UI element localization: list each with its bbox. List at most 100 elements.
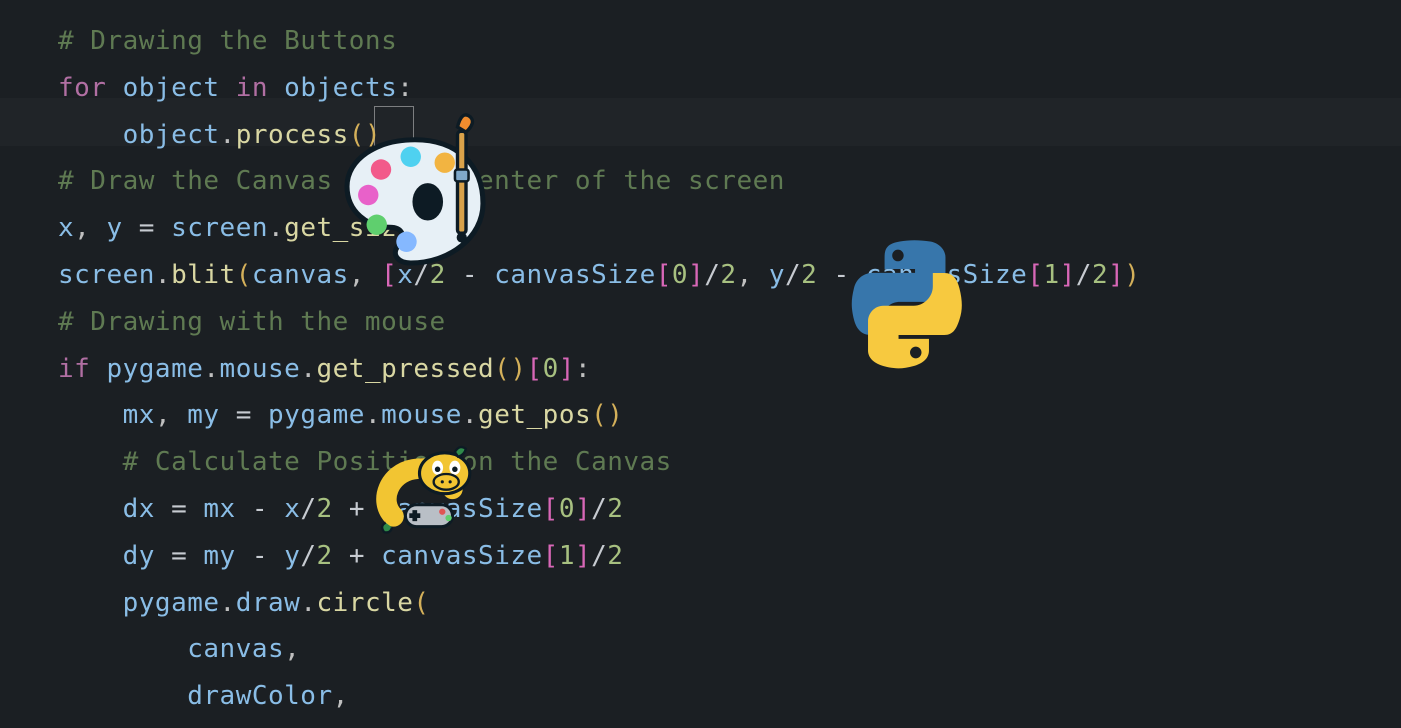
function-call: blit: [171, 260, 236, 290]
identifier: object: [123, 73, 220, 103]
punct-dot: .: [300, 354, 316, 384]
bracket-close: ]: [559, 354, 575, 384]
number-literal: 2: [317, 541, 333, 571]
bracket-close: ]: [688, 260, 704, 290]
punct-comma: ,: [737, 260, 753, 290]
function-call: process: [236, 120, 349, 150]
identifier: screen: [58, 260, 155, 290]
identifier: draw: [236, 588, 301, 618]
operator-eq: =: [139, 213, 155, 243]
punct-dot: .: [300, 588, 316, 618]
bracket-close: ]: [1060, 260, 1076, 290]
operator-plus: +: [349, 541, 365, 571]
identifier: mouse: [381, 400, 462, 430]
paren-open: (: [349, 120, 365, 150]
identifier: pygame: [123, 588, 220, 618]
operator-plus: +: [349, 494, 365, 524]
operator-slash: /: [591, 541, 607, 571]
operator-eq: =: [236, 400, 252, 430]
identifier: x: [284, 494, 300, 524]
number-literal: 0: [559, 494, 575, 524]
bracket-open: [: [1027, 260, 1043, 290]
keyword-if: if: [58, 354, 90, 384]
identifier: objects: [284, 73, 397, 103]
identifier: pygame: [268, 400, 365, 430]
operator-eq: =: [171, 494, 187, 524]
code-editor[interactable]: # Drawing the Buttons for object in obje…: [0, 0, 1401, 728]
identifier: object: [123, 120, 220, 150]
identifier: y: [106, 213, 122, 243]
paren-close: ): [607, 400, 623, 430]
identifier: my: [187, 400, 219, 430]
number-literal: 2: [801, 260, 817, 290]
identifier: canvasSize: [381, 541, 543, 571]
comment-line: # Draw the Canvas at the center of the s…: [58, 166, 785, 196]
identifier: dy: [123, 541, 155, 571]
punct-dot: .: [268, 213, 284, 243]
bracket-open: [: [656, 260, 672, 290]
bracket-close: ]: [575, 541, 591, 571]
keyword-for: for: [58, 73, 106, 103]
identifier: mouse: [220, 354, 301, 384]
identifier: x: [397, 260, 413, 290]
punct-comma: ,: [155, 400, 171, 430]
operator-slash: /: [300, 541, 316, 571]
identifier: dx: [123, 494, 155, 524]
paren-close: ): [510, 354, 526, 384]
operator-slash: /: [785, 260, 801, 290]
code-block[interactable]: # Drawing the Buttons for object in obje…: [0, 0, 1401, 720]
comment-line: # Drawing the Buttons: [58, 26, 397, 56]
paren-close: ): [1124, 260, 1140, 290]
number-literal: 1: [559, 541, 575, 571]
paren-open: (: [413, 213, 429, 243]
function-call: get_pos: [478, 400, 591, 430]
bracket-close: ]: [575, 494, 591, 524]
function-call: get_size: [284, 213, 413, 243]
paren-close: ): [365, 120, 381, 150]
identifier: mx: [123, 400, 155, 430]
keyword-in: in: [236, 73, 268, 103]
paren-open: (: [236, 260, 252, 290]
paren-open: (: [494, 354, 510, 384]
operator-minus: -: [252, 494, 268, 524]
operator-eq: =: [171, 541, 187, 571]
operator-slash: /: [413, 260, 429, 290]
punct-dot: .: [220, 588, 236, 618]
punct-dot: .: [155, 260, 171, 290]
bracket-open: [: [543, 541, 559, 571]
punct-comma: ,: [74, 213, 90, 243]
operator-slash: /: [1076, 260, 1092, 290]
number-literal: 2: [317, 494, 333, 524]
comment-line: # Calculate Position on the Canvas: [123, 447, 672, 477]
operator-minus: -: [252, 541, 268, 571]
operator-slash: /: [300, 494, 316, 524]
operator-slash: /: [591, 494, 607, 524]
punct-colon: :: [397, 73, 413, 103]
identifier: canvas: [252, 260, 349, 290]
number-literal: 2: [720, 260, 736, 290]
bracket-open: [: [543, 494, 559, 524]
punct-dot: .: [203, 354, 219, 384]
function-call: circle: [316, 588, 413, 618]
punct-comma: ,: [349, 260, 365, 290]
operator-slash: /: [704, 260, 720, 290]
punct-comma: ,: [333, 681, 349, 711]
paren-close: ): [430, 213, 446, 243]
bracket-open: [: [526, 354, 542, 384]
identifier: my: [203, 541, 235, 571]
number-literal: 2: [607, 541, 623, 571]
number-literal: 0: [672, 260, 688, 290]
bracket-close: ]: [1108, 260, 1124, 290]
operator-minus: -: [462, 260, 478, 290]
identifier: pygame: [106, 354, 203, 384]
punct-dot: .: [462, 400, 478, 430]
punct-dot: .: [220, 120, 236, 150]
punct-dot: .: [365, 400, 381, 430]
punct-comma: ,: [284, 634, 300, 664]
identifier: x: [58, 213, 74, 243]
number-literal: 2: [607, 494, 623, 524]
identifier: y: [284, 541, 300, 571]
number-literal: 2: [1092, 260, 1108, 290]
number-literal: 1: [1043, 260, 1059, 290]
number-literal: 0: [543, 354, 559, 384]
